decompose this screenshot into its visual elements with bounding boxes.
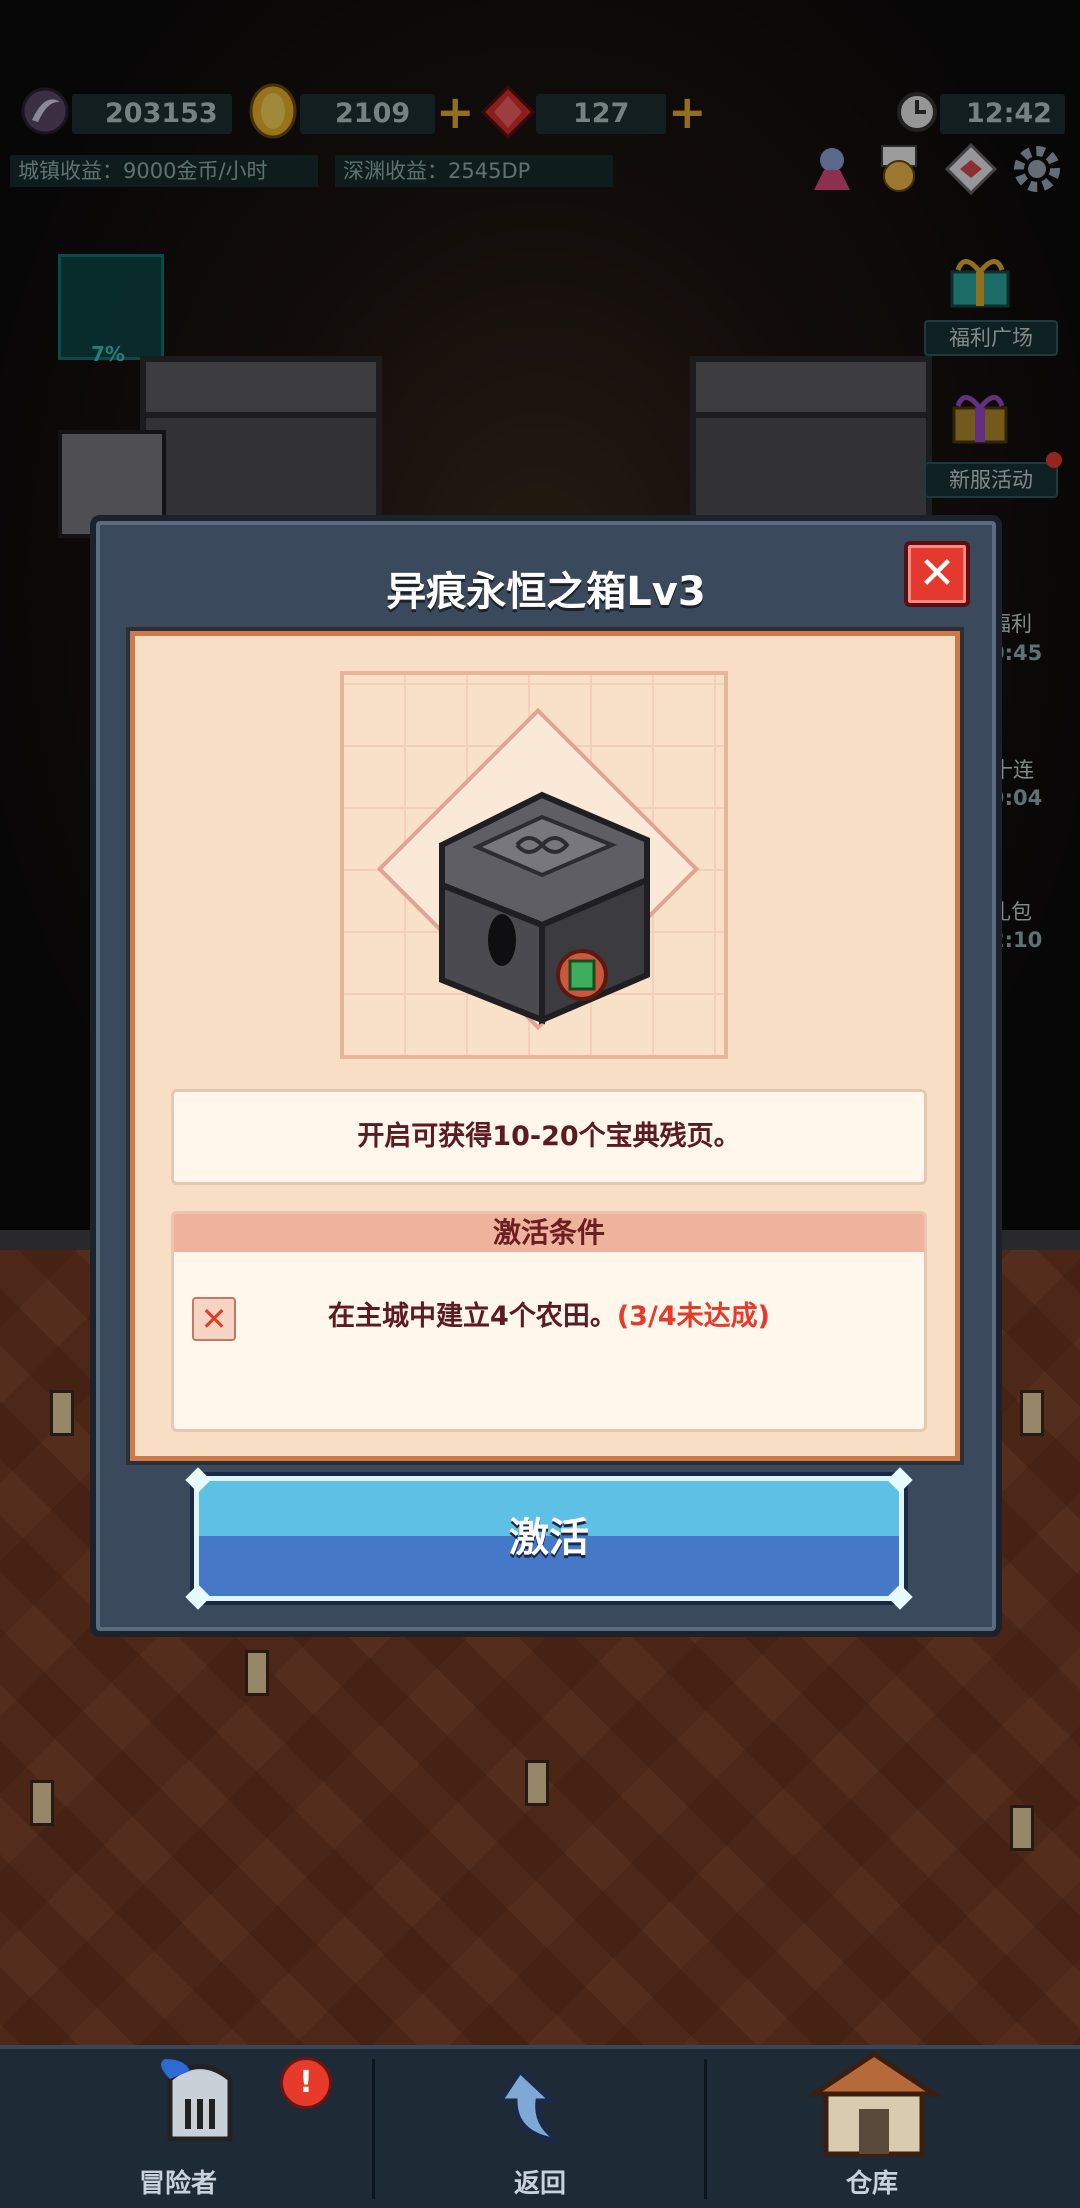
chest-activation-dialog: 异痕永恒之箱Lv3 ✕ 开启可获得10-20个宝典残页。 激活条件 在主城中建立… — [90, 515, 1002, 1637]
eternal-chest-icon — [439, 791, 650, 1025]
close-button[interactable]: ✕ — [904, 541, 970, 607]
condition-unmet-icon: ✕ — [192, 1297, 236, 1341]
dialog-content: 开启可获得10-20个宝典残页。 激活条件 在主城中建立4个农田。(3/4未达成… — [130, 631, 960, 1461]
adventurer-alert-badge: ! — [280, 2057, 332, 2109]
condition-text-wrap: 在主城中建立4个农田。(3/4未达成) — [174, 1289, 924, 1345]
nav-adventurer[interactable]: ! 冒险者 — [0, 2049, 356, 2208]
activate-button[interactable]: 激活 — [185, 1467, 913, 1610]
nav-back[interactable]: 返回 — [362, 2049, 718, 2208]
condition-row: 在主城中建立4个农田。(3/4未达成) ✕ — [174, 1289, 924, 1349]
conditions-header: 激活条件 — [174, 1214, 924, 1252]
bottom-nav: ! 冒险者 返回 仓库 — [0, 2045, 1080, 2208]
activate-button-label: 激活 — [509, 1515, 589, 1561]
reward-description: 开启可获得10-20个宝典残页。 — [171, 1089, 927, 1185]
nav-back-label: 返回 — [513, 2169, 566, 2199]
nav-warehouse[interactable]: 仓库 — [694, 2049, 1050, 2208]
activation-conditions-panel: 激活条件 在主城中建立4个农田。(3/4未达成) ✕ — [171, 1211, 927, 1432]
dialog-title: 异痕永恒之箱Lv3 — [386, 569, 706, 615]
chest-image-frame — [340, 671, 728, 1059]
knight-helmet-icon — [161, 2059, 233, 2142]
condition-text: 在主城中建立4个农田。 — [328, 1301, 617, 1332]
nav-adventurer-label: 冒险者 — [138, 2169, 217, 2199]
nav-warehouse-label: 仓库 — [845, 2169, 898, 2199]
condition-status: (3/4未达成) — [616, 1301, 770, 1332]
close-icon: ✕ — [918, 548, 956, 599]
cross-icon: ✕ — [200, 1300, 228, 1338]
warehouse-icon — [805, 2050, 943, 2157]
back-arrow-icon — [495, 2067, 562, 2144]
